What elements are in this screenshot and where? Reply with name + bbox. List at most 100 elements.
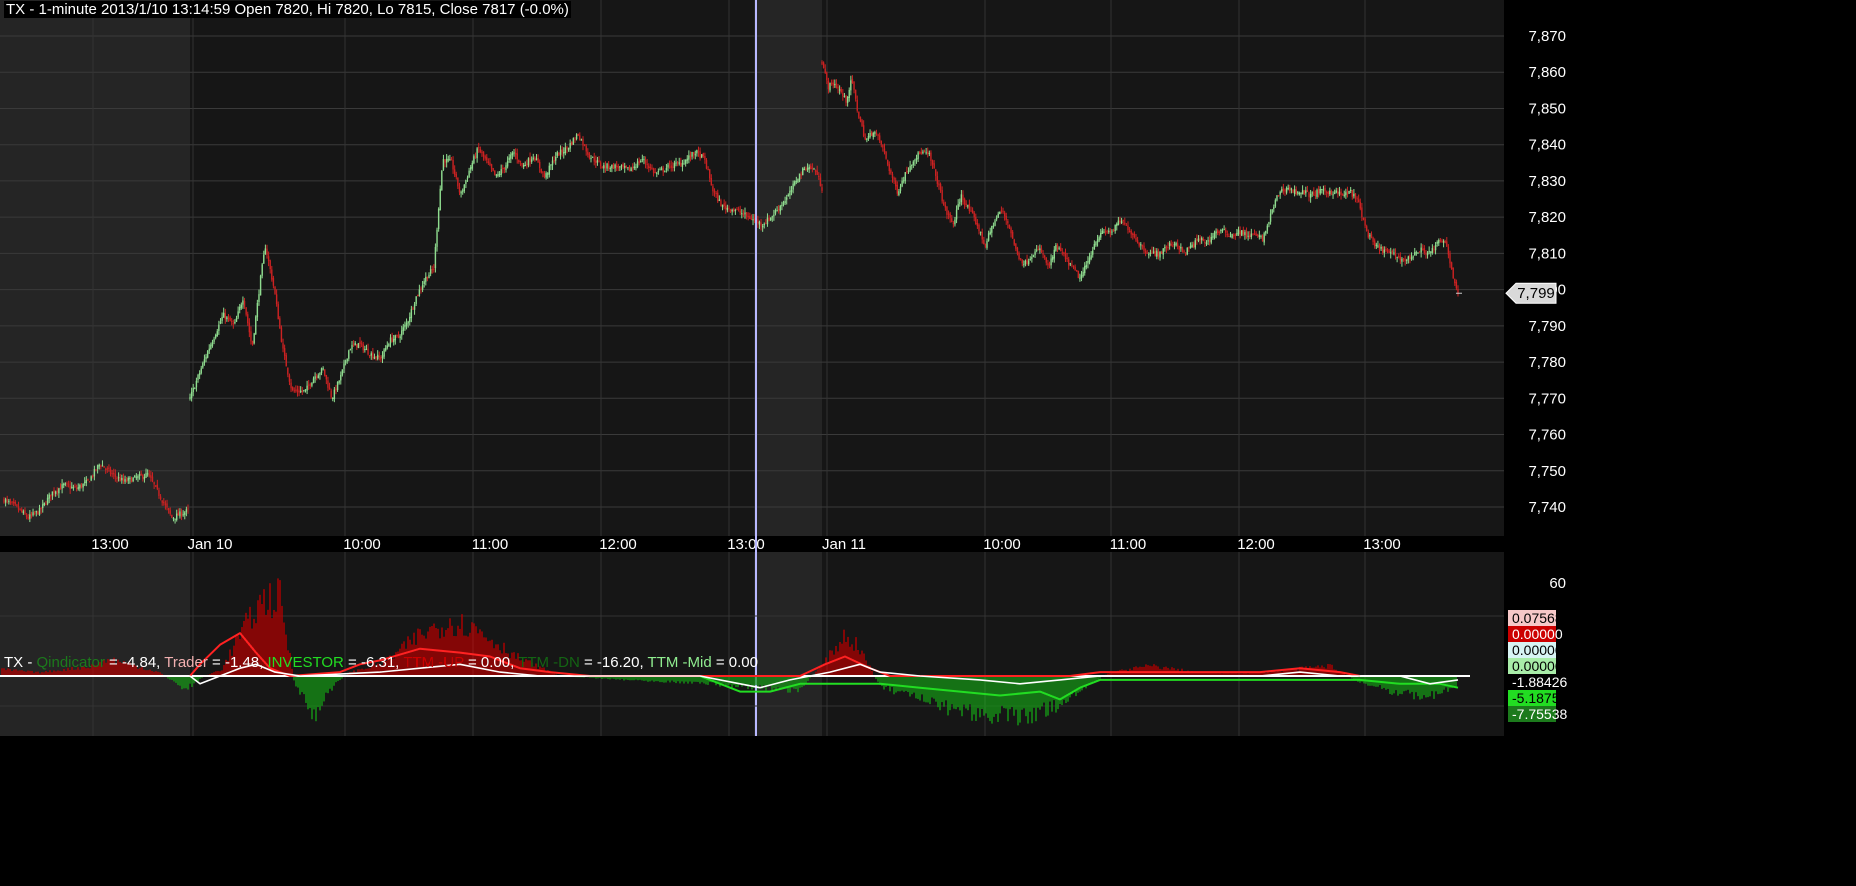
candle-body xyxy=(534,157,536,161)
candle-body xyxy=(1247,235,1249,237)
candle-body xyxy=(1249,235,1251,238)
candle-body xyxy=(903,180,905,182)
candle-body xyxy=(733,208,735,211)
candle-body xyxy=(80,484,83,488)
candle-body xyxy=(550,164,552,166)
candle-body xyxy=(927,151,929,154)
candle-body xyxy=(214,335,217,338)
candle-body xyxy=(665,168,668,170)
candle-body xyxy=(1080,275,1083,279)
candle-body xyxy=(757,219,759,224)
candle-body xyxy=(1029,259,1031,261)
candle-body xyxy=(672,166,674,168)
candle-body xyxy=(198,372,201,376)
candle-body xyxy=(48,494,50,499)
candle-body xyxy=(766,217,769,225)
candle-body xyxy=(12,501,15,504)
candle-body xyxy=(1423,247,1426,254)
price-tick-label: 7,760 xyxy=(1528,427,1566,444)
candle-body xyxy=(1365,226,1368,231)
candle-body xyxy=(316,376,318,378)
candle-body xyxy=(726,207,729,211)
candle-body xyxy=(92,475,94,477)
candle-body xyxy=(1287,188,1289,190)
candle-body xyxy=(989,231,991,235)
candle-body xyxy=(431,269,433,271)
candle-body xyxy=(409,316,411,322)
candle-body xyxy=(505,165,507,170)
candle-body xyxy=(919,152,921,154)
candle-body xyxy=(1154,250,1156,257)
candle-body xyxy=(407,321,409,324)
candle-body xyxy=(1192,243,1195,248)
candle-body xyxy=(176,513,178,520)
candle-body xyxy=(628,166,631,172)
candle-body xyxy=(1245,230,1248,237)
candle-body xyxy=(967,205,969,207)
candle-body xyxy=(1412,256,1414,258)
candle-body xyxy=(1433,249,1435,251)
candle-body xyxy=(960,194,963,203)
candle-body xyxy=(1402,258,1405,260)
price-tick-label: 7,820 xyxy=(1528,209,1566,226)
candle-body xyxy=(603,165,605,169)
candle-body xyxy=(656,172,658,174)
candle-body xyxy=(827,80,830,90)
candle-body xyxy=(108,467,110,469)
candle-body xyxy=(87,478,89,481)
candle-body xyxy=(806,168,809,170)
candle-body xyxy=(510,154,512,159)
candle-body xyxy=(9,502,12,504)
candle-body xyxy=(1377,245,1379,247)
candle-body xyxy=(1239,231,1241,235)
candle-body xyxy=(1199,238,1201,240)
candle-body xyxy=(42,504,44,509)
candle-body xyxy=(1292,189,1294,193)
indicator-legend: TX - Qindicator = -4.84, Trader = -1.48,… xyxy=(4,654,758,671)
candle-body xyxy=(826,72,828,81)
candle-body xyxy=(1180,246,1182,249)
candle-body xyxy=(741,213,743,215)
candle-body xyxy=(931,160,934,165)
candle-body xyxy=(1357,199,1360,202)
chart-canvas[interactable]: 7,7407,7507,7607,7707,7807,7907,8007,810… xyxy=(0,0,1856,886)
candle-body xyxy=(906,171,908,173)
candle-body xyxy=(119,477,121,482)
candle-body xyxy=(779,205,781,212)
candle-body xyxy=(77,487,79,489)
candle-body xyxy=(936,176,939,184)
candle-body xyxy=(1117,220,1120,226)
candle-body xyxy=(197,374,199,380)
candle-body xyxy=(870,132,873,136)
candle-body xyxy=(1455,281,1458,289)
candle-body xyxy=(1111,231,1113,233)
candle-body xyxy=(976,222,979,227)
candle-body xyxy=(275,294,278,304)
candle-body xyxy=(38,508,41,516)
candle-body xyxy=(872,133,874,138)
candle-body xyxy=(439,188,441,211)
candle-body xyxy=(1335,190,1337,193)
candle-body xyxy=(1160,252,1163,254)
price-tick-label: 7,830 xyxy=(1528,173,1566,190)
candle-body xyxy=(1138,242,1140,246)
candle-body xyxy=(227,318,230,320)
indicator-investor-value: = -6.31, xyxy=(343,654,404,671)
candle-body xyxy=(1167,247,1169,249)
indicator-ttm-up-value: = 0.00, xyxy=(463,654,519,671)
candle-body xyxy=(1388,250,1390,253)
candle-body xyxy=(843,96,846,98)
candle-body xyxy=(93,469,96,477)
candle-body xyxy=(612,164,615,169)
candle-body xyxy=(261,264,263,276)
candle-body xyxy=(617,166,619,169)
candle-body xyxy=(1345,192,1347,196)
candle-body xyxy=(1063,252,1065,254)
candle-body xyxy=(425,276,427,282)
candle-body xyxy=(295,389,297,391)
candle-body xyxy=(1279,191,1281,195)
candle-body xyxy=(858,111,860,118)
candle-body xyxy=(25,514,28,518)
candle-body xyxy=(122,478,125,482)
candle-body xyxy=(551,160,554,166)
